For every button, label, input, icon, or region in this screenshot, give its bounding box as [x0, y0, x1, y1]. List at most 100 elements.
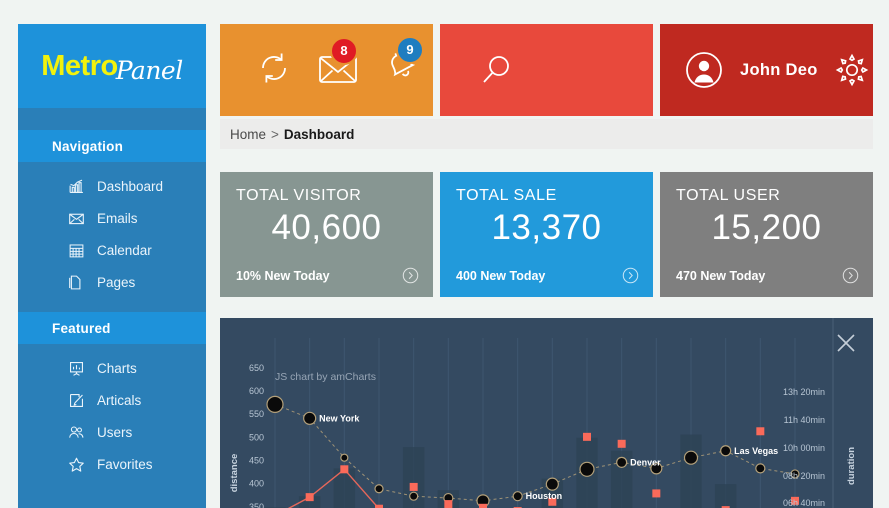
- chart-y2tick-label: 08h 20min: [783, 471, 825, 481]
- stat-card-subtext: 10% New Today: [236, 268, 330, 283]
- brand-name-secondary: Panel: [115, 55, 184, 85]
- chart-bubble: [409, 491, 419, 501]
- chart-duration-point: [409, 482, 418, 491]
- chart-bubble: [303, 411, 317, 425]
- chart-bubble: [266, 395, 284, 413]
- chart-ytick-label: 500: [249, 432, 264, 442]
- search-tile[interactable]: [440, 24, 653, 116]
- bar-chart-icon: [68, 178, 85, 195]
- breadcrumb-home-link[interactable]: Home: [230, 127, 266, 142]
- gear-icon[interactable]: [834, 52, 870, 88]
- chart-ytick-label: 400: [249, 479, 264, 489]
- chart-y2tick-label: 06h 40min: [783, 498, 825, 508]
- sidebar-section-navigation-header: Navigation: [18, 130, 206, 162]
- messages-badge: 8: [330, 36, 358, 65]
- sidebar-item-favorites[interactable]: Favorites: [18, 448, 206, 480]
- chart-bubble: [755, 463, 766, 474]
- stat-card-value: 13,370: [491, 208, 602, 247]
- user-tile: John Deo: [660, 24, 873, 116]
- chart-ytick-label: 350: [249, 502, 264, 508]
- sidebar-item-charts[interactable]: Charts: [18, 352, 206, 384]
- chart-duration-point: [479, 503, 487, 508]
- refresh-icon: [262, 53, 286, 82]
- chevron-right-circle-icon[interactable]: [402, 267, 419, 284]
- stat-card-title: TOTAL SALE: [456, 187, 557, 204]
- search-wrap: [440, 24, 653, 116]
- sidebar-item-emails[interactable]: Emails: [18, 202, 206, 234]
- quick-actions-tile: 8 9: [220, 24, 433, 116]
- sidebar-item-label: Pages: [97, 274, 136, 290]
- user-avatar-icon[interactable]: [684, 50, 724, 90]
- user-wrap: John Deo: [660, 24, 873, 116]
- breadcrumb: Home > Dashboard: [220, 119, 873, 149]
- sidebar-item-pages[interactable]: Pages: [18, 266, 206, 298]
- sidebar-item-users[interactable]: Users: [18, 416, 206, 448]
- stat-card-title: TOTAL VISITOR: [236, 187, 362, 204]
- star-icon: [68, 456, 85, 473]
- sidebar-item-label: Emails: [97, 210, 138, 226]
- chevron-right-circle-icon[interactable]: [842, 267, 859, 284]
- chart-duration-point: [583, 432, 591, 441]
- sidebar-section-featured-header: Featured: [18, 312, 206, 344]
- chart-bubble-label: New York: [319, 413, 360, 423]
- chart-watermark: JS chart by amCharts: [275, 371, 376, 383]
- stat-card-footer: 400 New Today: [456, 267, 639, 284]
- chevron-right-circle-icon[interactable]: [622, 267, 639, 284]
- chart-bubble-label: Houston: [526, 491, 563, 501]
- chart-ylabel: distance: [229, 454, 240, 493]
- dashboard-page: MetroPanel Navigation Dashboard Emails C…: [0, 0, 889, 508]
- chart-bubble-label: Denver: [630, 457, 661, 467]
- brand-name-primary: Metro: [41, 49, 118, 82]
- chart-ytick-label: 650: [249, 363, 264, 373]
- sidebar-section-featured-list: Charts Articals Users Favorites: [18, 344, 206, 480]
- brand-logo[interactable]: MetroPanel: [18, 24, 206, 108]
- messages-button[interactable]: 8: [318, 36, 358, 90]
- sidebar-item-label: Favorites: [97, 456, 153, 472]
- chart-y2label: duration: [846, 447, 857, 485]
- stat-card-footer: 470 New Today: [676, 267, 859, 284]
- breadcrumb-current: Dashboard: [283, 126, 355, 142]
- chart-bubble: [512, 491, 523, 502]
- presentation-chart-icon: [68, 360, 85, 377]
- notifications-button[interactable]: 9: [384, 35, 424, 91]
- sidebar-item-articals[interactable]: Articals: [18, 384, 206, 416]
- chart-duration-point: [444, 500, 453, 508]
- stat-card-value: 40,600: [271, 208, 382, 247]
- stat-card-title: TOTAL USER: [676, 187, 781, 204]
- chart-y2tick-label: 13h 20min: [783, 387, 825, 397]
- notifications-badge: 9: [396, 35, 424, 64]
- envelope-icon: [68, 210, 85, 227]
- chart-duration-point: [756, 427, 765, 436]
- chart-duration-point: [652, 489, 661, 498]
- sidebar-item-dashboard[interactable]: Dashboard: [18, 170, 206, 202]
- stat-card-footer: 10% New Today: [236, 267, 419, 284]
- chart-bar: [333, 468, 356, 508]
- amcharts-chart[interactable]: 350 400 450 500 550 600 650 distance 06h 40min 08…: [220, 318, 873, 508]
- chart-bubble: [374, 484, 384, 494]
- sidebar-section-navigation-list: Dashboard Emails Calendar Pages: [18, 162, 206, 298]
- sidebar: MetroPanel Navigation Dashboard Emails C…: [18, 24, 206, 508]
- sidebar-item-label: Dashboard: [97, 178, 164, 194]
- stat-card-total-sale[interactable]: TOTAL SALE 13,370 400 New Today: [440, 172, 653, 297]
- chart-bubble: [545, 477, 559, 491]
- sidebar-spacer: [18, 108, 206, 130]
- user-name: John Deo: [740, 60, 818, 79]
- chart-y2tick-label: 10h 00min: [783, 443, 825, 453]
- sidebar-item-calendar[interactable]: Calendar: [18, 234, 206, 266]
- search-icon[interactable]: [480, 53, 514, 87]
- chart-bubble-label: Las Vegas: [734, 446, 778, 456]
- stat-card-total-visitor[interactable]: TOTAL VISITOR 40,600 10% New Today: [220, 172, 433, 297]
- refresh-button[interactable]: [256, 50, 292, 91]
- close-icon[interactable]: [835, 332, 857, 354]
- stat-card-total-user[interactable]: TOTAL USER 15,200 470 New Today: [660, 172, 873, 297]
- stat-card-subtext: 470 New Today: [676, 268, 766, 283]
- stat-card-subtext: 400 New Today: [456, 268, 546, 283]
- brand-logo-text: MetroPanel: [41, 49, 184, 85]
- chart-bubble: [720, 445, 732, 457]
- chart-bubble: [340, 453, 349, 462]
- pencil-square-icon: [68, 392, 85, 409]
- chart-bubble: [616, 456, 628, 468]
- chart-duration-point: [617, 439, 626, 448]
- users-icon: [68, 424, 85, 441]
